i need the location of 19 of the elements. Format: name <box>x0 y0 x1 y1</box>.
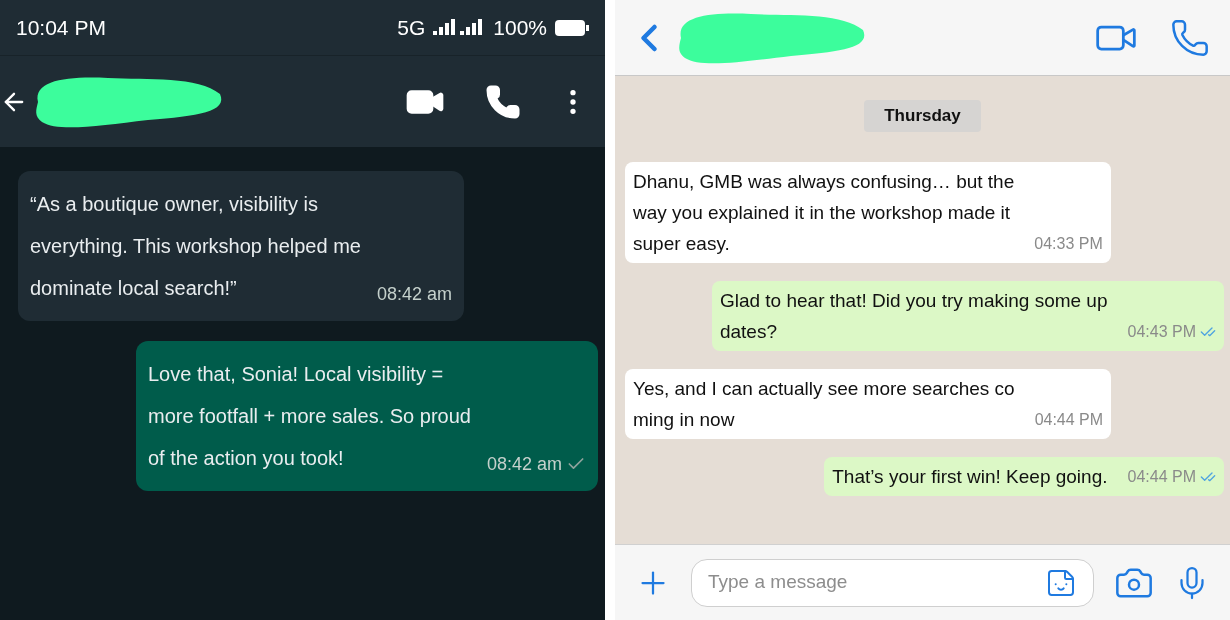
network-type: 5G <box>397 14 426 41</box>
message-time: 08:42 am <box>486 453 562 476</box>
date-label: Thursday <box>864 100 981 132</box>
message-time: 04:43 PM <box>1127 322 1196 342</box>
battery-icon <box>555 18 589 37</box>
message-text: Love that, Sonia! Local visibility = more footfall + more sales. So proud of the action you took! <box>148 362 471 471</box>
message-text: Glad to hear that! Did you try making some up dates? <box>719 289 1108 344</box>
status-time: 10:04 PM <box>16 14 106 41</box>
message-text: Yes, and I can actually see more searches co ming in now <box>633 377 1015 432</box>
message-text: “As a boutique owner, visibility is everything. This workshop helped me dominate local search!” <box>30 192 361 301</box>
message-text: That’s your first win! Keep going. <box>832 465 1108 489</box>
message-text: Dhanu, GMB was always confusing… but the way you explained it in the workshop made it super easy. <box>633 170 1015 256</box>
message-field[interactable]: Type a message <box>691 558 1094 607</box>
battery-level: 100% <box>493 14 547 41</box>
message-time: 04:33 PM <box>1034 234 1103 254</box>
message-time: 08:42 am <box>376 283 452 306</box>
phone-icon[interactable] <box>485 83 521 120</box>
message-time: 04:44 PM <box>1127 467 1196 487</box>
message-time: 04:44 PM <box>1034 410 1104 430</box>
